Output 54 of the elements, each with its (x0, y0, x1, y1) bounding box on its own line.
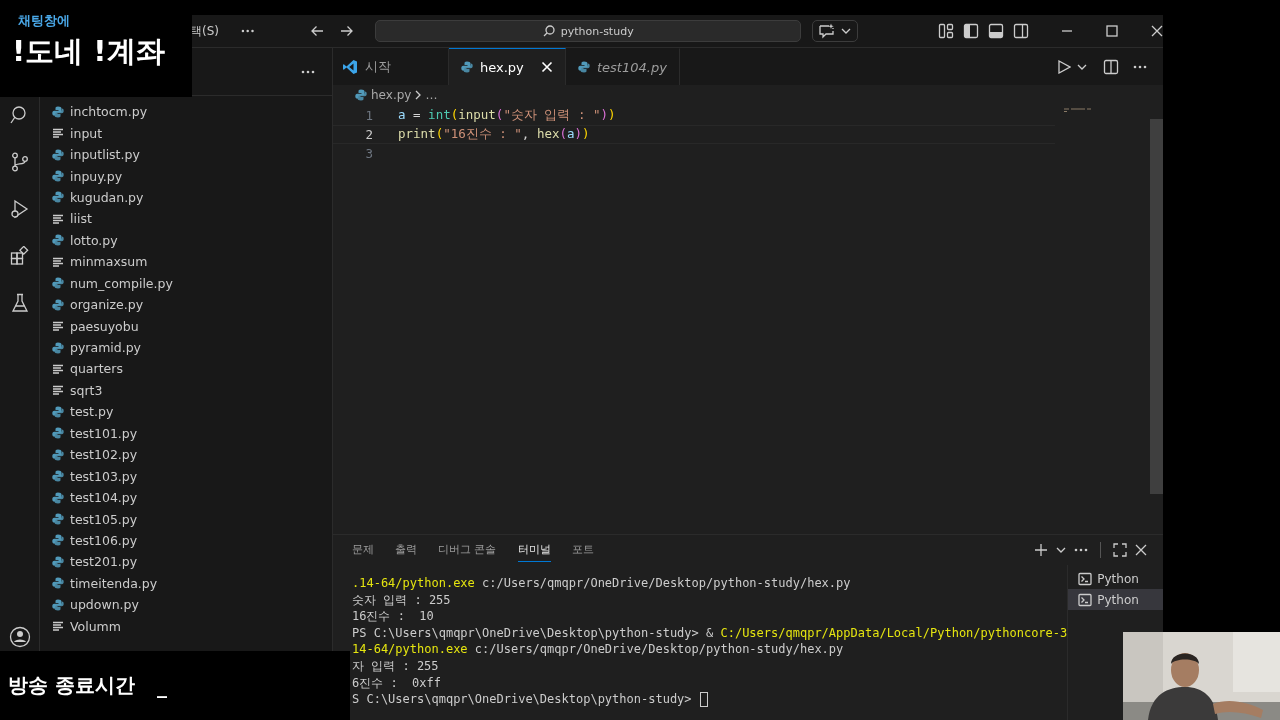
terminal-line: 16진수 : 10 (352, 608, 435, 625)
line-number: 3 (364, 146, 373, 161)
file-item[interactable]: updown.py (40, 594, 332, 616)
terminal-line: 자 입력 : 255 (352, 657, 440, 675)
file-item[interactable]: organize.py (40, 293, 332, 316)
file-item[interactable]: test.py (40, 401, 332, 423)
file-item[interactable]: inputlist.py (40, 143, 332, 166)
code-line: a = int(input("숫자 입력 : ")) (398, 107, 616, 124)
file-item[interactable]: test102.py (40, 444, 332, 466)
overlay-cursor: _ (156, 673, 167, 698)
file-item[interactable]: lotto.py (40, 229, 332, 252)
file-item[interactable]: liist (40, 208, 332, 230)
file-item[interactable]: test104.py (40, 486, 332, 509)
file-item[interactable]: inpuy.py (40, 165, 332, 187)
breadcrumb-item[interactable]: hex.py (371, 88, 412, 102)
terminal-line: S C:\Users\qmqpr\OneDrive\Desktop\python-study> (352, 691, 693, 708)
terminal-line: 14-64/python.exe c:/Users/qmqpr/OneDrive/Desktop/python-study/hex.py (352, 641, 845, 658)
panel-tab[interactable]: 터미널 (517, 538, 551, 562)
file-item[interactable]: inchtocm.py (40, 101, 332, 123)
editor-tab[interactable]: hex.py (449, 48, 566, 85)
terminal-line: 숫자 입력 : 255 (352, 591, 452, 609)
file-item[interactable]: quarters (40, 358, 332, 380)
editor-tab[interactable]: test104.py (566, 48, 680, 85)
line-number: 1 (364, 108, 373, 123)
file-item[interactable]: test101.py (40, 422, 332, 444)
terminal-line: .14-64/python.exe c:/Users/qmqpr/OneDrive/Desktop/python-study/hex.py (352, 575, 852, 592)
file-item[interactable]: test105.py (40, 508, 332, 530)
file-item[interactable]: test201.py (40, 551, 332, 573)
file-item[interactable]: Volumm (40, 615, 332, 637)
search-field[interactable]: python-study (375, 20, 801, 42)
file-item[interactable]: minmaxsum (40, 251, 332, 273)
panel-tab[interactable]: 문제 (352, 538, 374, 562)
file-item[interactable]: timeitenda.py (40, 572, 332, 595)
terminal-line: PS C:\Users\qmqpr\OneDrive\Desktop\python-study> & C:/Users/qmqpr/AppData/Local/Python/pythoncore-3 (352, 624, 1068, 642)
panel-tab[interactable]: 출력 (395, 538, 417, 562)
file-item[interactable]: sqrt3 (40, 379, 332, 402)
file-item[interactable]: paesuyobu (40, 315, 332, 337)
file-item[interactable]: pyramid.py (40, 336, 332, 359)
file-item[interactable]: test103.py (40, 465, 332, 487)
line-number: 2 (364, 127, 373, 142)
terminal-line: 6진수 : 0xff (352, 674, 443, 692)
terminal-list-item[interactable]: Python (1068, 589, 1163, 610)
file-item[interactable]: input (40, 122, 332, 144)
overlay-caption: 채팅창에 (18, 12, 71, 30)
breadcrumb-item[interactable]: … (425, 88, 438, 102)
terminal-list-item[interactable]: Python (1068, 568, 1163, 589)
panel-tab[interactable]: 디버그 콘솔 (438, 538, 497, 562)
overlay-headline: !도네 !계좌 (12, 33, 166, 70)
code-line: print("16진수 : ", hex(a)) (398, 126, 590, 143)
panel-tab[interactable]: 포트 (571, 538, 594, 562)
file-item[interactable]: test106.py (40, 529, 332, 552)
file-item[interactable]: kugudan.py (40, 186, 332, 209)
file-item[interactable]: num_compile.py (40, 272, 332, 294)
overlay-label: 방송 종료시간 (8, 672, 135, 699)
